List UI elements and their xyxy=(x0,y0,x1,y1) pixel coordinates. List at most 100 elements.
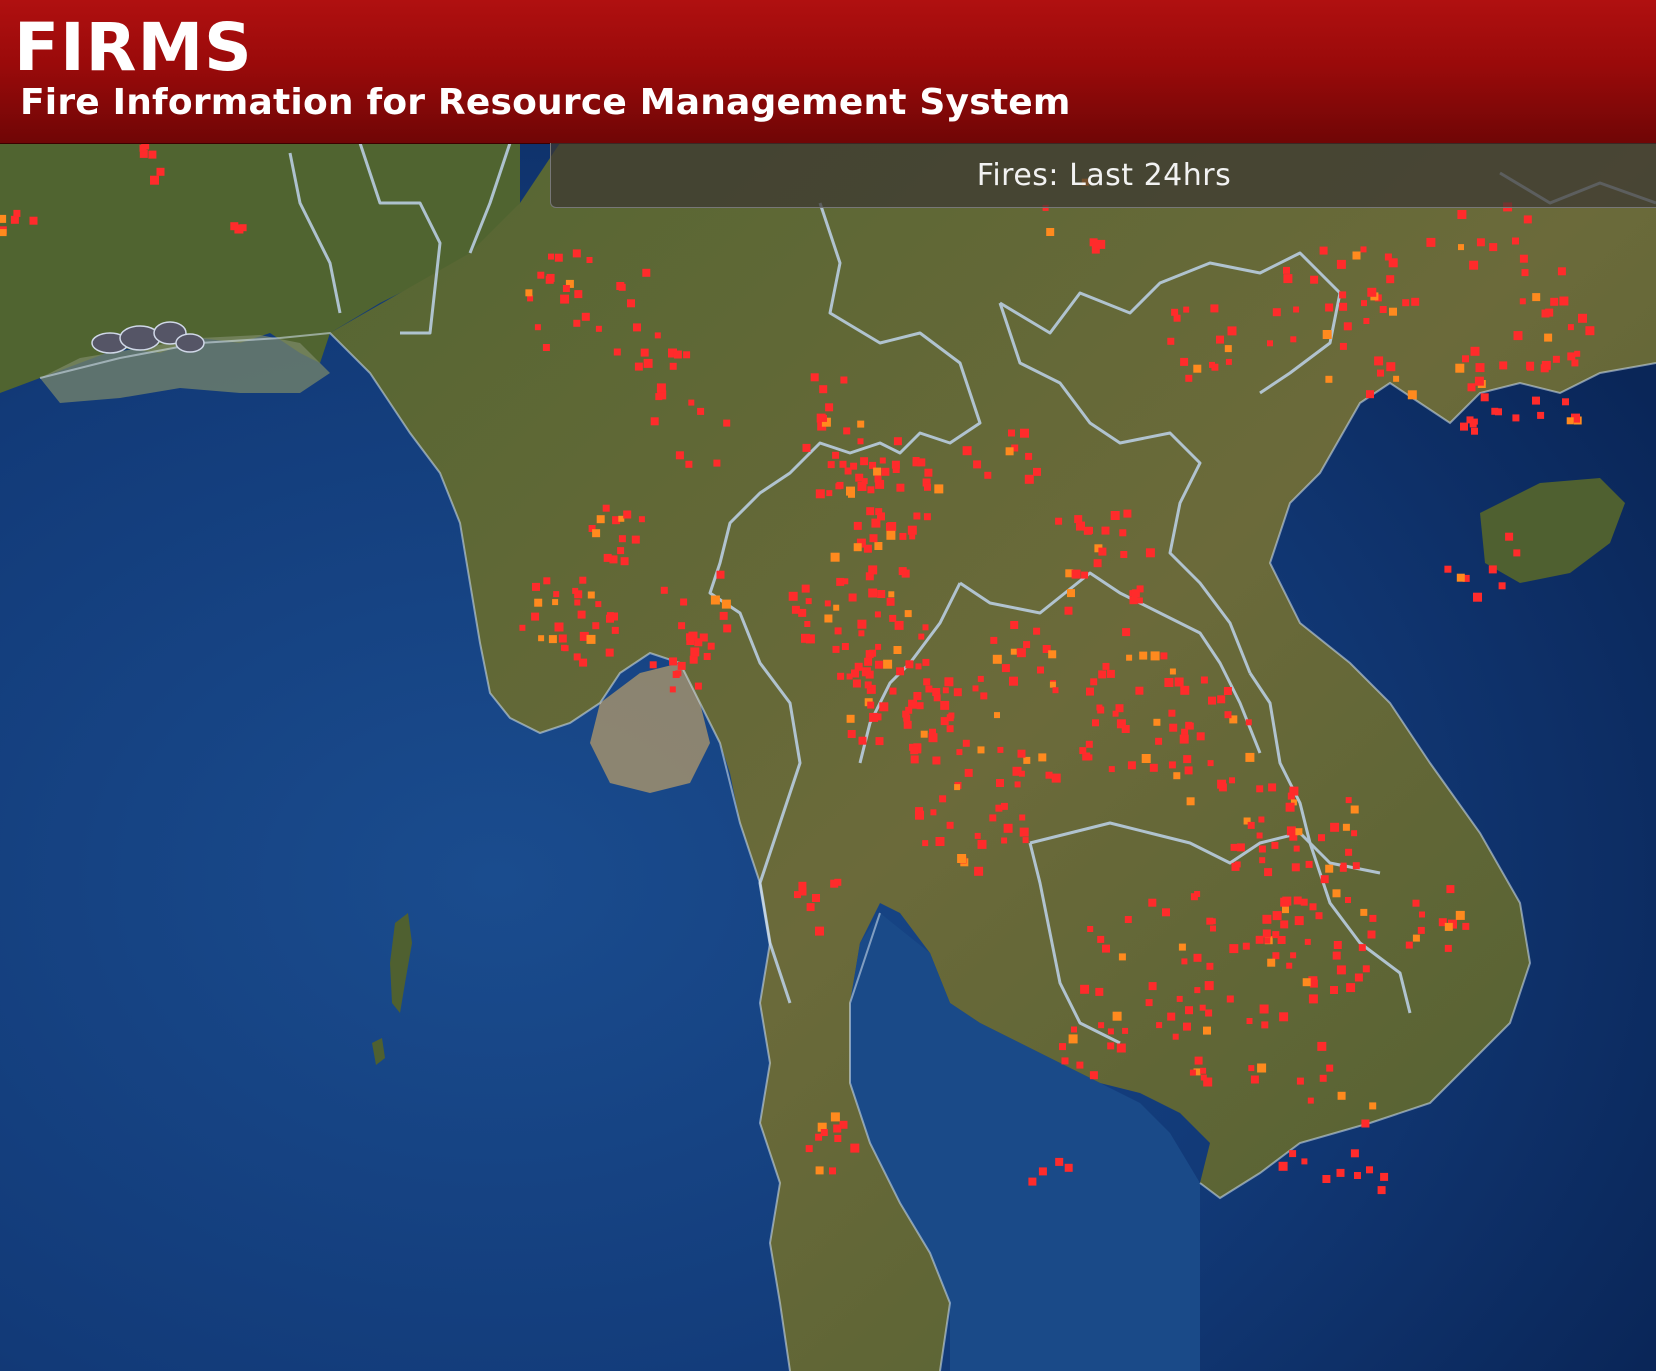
fire-hotspot-icon xyxy=(1330,986,1338,994)
fire-hotspot-icon xyxy=(1200,1074,1207,1081)
fire-hotspot-icon xyxy=(989,814,997,822)
fire-hotspot-icon xyxy=(1257,1063,1267,1073)
fire-hotspot-icon xyxy=(847,730,856,738)
fire-hotspot-icon xyxy=(899,532,907,540)
fire-hotspot-icon xyxy=(1293,896,1302,905)
fire-hotspot-icon xyxy=(1325,864,1334,873)
fire-hotspot-icon xyxy=(525,289,533,297)
fire-hotspot-icon xyxy=(834,1135,842,1142)
fire-hotspot-icon xyxy=(1010,648,1017,655)
fire-hotspot-icon xyxy=(888,591,895,598)
fire-hotspot-icon xyxy=(1106,669,1115,678)
fire-hotspot-icon xyxy=(1112,710,1119,717)
fire-hotspot-icon xyxy=(707,642,715,650)
fire-hotspot-icon xyxy=(1162,908,1170,917)
fire-hotspot-icon xyxy=(875,643,882,650)
fire-hotspot-icon xyxy=(1206,962,1214,970)
fire-hotspot-icon xyxy=(1285,802,1295,812)
fire-hotspot-icon xyxy=(1521,269,1529,277)
fire-hotspot-icon xyxy=(640,348,649,357)
fire-hotspot-icon xyxy=(1049,681,1056,688)
fire-hotspot-icon xyxy=(1037,666,1044,674)
fire-hotspot-icon xyxy=(1178,943,1186,951)
fire-hotspot-icon xyxy=(1206,917,1214,925)
fire-hotspot-icon xyxy=(633,323,641,332)
fire-hotspot-icon xyxy=(860,457,869,466)
fire-hotspot-icon xyxy=(1118,953,1126,961)
fire-hotspot-icon xyxy=(867,701,875,709)
fire-hotspot-icon xyxy=(939,795,947,803)
fire-hotspot-icon xyxy=(1369,914,1377,922)
fire-hotspot-icon xyxy=(954,784,961,791)
map-view[interactable] xyxy=(0,143,1656,1371)
fire-hotspot-icon xyxy=(1412,934,1420,942)
fire-hotspot-icon xyxy=(1267,340,1273,347)
fire-hotspot-icon xyxy=(716,570,725,579)
fire-hotspot-icon xyxy=(1207,760,1214,767)
fire-hotspot-icon xyxy=(865,650,874,659)
fire-hotspot-icon xyxy=(1489,243,1498,252)
fire-hotspot-icon xyxy=(1444,922,1453,931)
fire-hotspot-icon xyxy=(1173,772,1181,780)
fire-hotspot-icon xyxy=(1523,215,1532,224)
fire-hotspot-icon xyxy=(1131,589,1140,598)
fire-hotspot-icon xyxy=(1405,941,1413,949)
fire-hotspot-icon xyxy=(1245,719,1252,726)
fire-hotspot-icon xyxy=(1093,559,1102,568)
fire-hotspot-icon xyxy=(1498,582,1506,590)
fire-hotspot-icon xyxy=(1532,396,1540,405)
fire-hotspot-icon xyxy=(1426,237,1436,247)
fire-hotspot-icon xyxy=(1116,1043,1126,1053)
fire-hotspot-icon xyxy=(1024,474,1034,484)
fire-hotspot-icon xyxy=(574,590,583,599)
fire-hotspot-icon xyxy=(1488,565,1497,574)
fire-hotspot-icon xyxy=(1005,447,1014,456)
fire-hotspot-icon xyxy=(1304,938,1311,945)
fire-hotspot-icon xyxy=(699,633,708,642)
fire-hotspot-icon xyxy=(723,624,732,633)
fire-hotspot-icon xyxy=(1200,1067,1207,1074)
fire-hotspot-icon xyxy=(1194,1056,1203,1065)
fire-hotspot-icon xyxy=(710,595,720,605)
fire-hotspot-icon xyxy=(1361,300,1367,307)
fire-hotspot-icon xyxy=(903,720,912,729)
fire-hotspot-icon xyxy=(1259,857,1266,864)
fire-hotspot-icon xyxy=(933,694,941,702)
fire-hotspot-icon xyxy=(1309,903,1317,911)
fire-hotspot-icon xyxy=(805,634,815,644)
fire-hotspot-icon xyxy=(1098,547,1107,556)
fire-hotspot-icon xyxy=(923,678,931,686)
fire-hotspot-icon xyxy=(1156,1022,1163,1029)
fire-hotspot-icon xyxy=(690,647,700,657)
fire-hotspot-icon xyxy=(603,553,612,562)
fire-hotspot-icon xyxy=(1300,898,1308,906)
map-canvas[interactable] xyxy=(0,143,1656,1371)
fire-hotspot-icon xyxy=(1264,868,1273,877)
fire-hotspot-icon xyxy=(554,253,563,262)
fire-hotspot-icon xyxy=(1258,816,1265,823)
fire-hotspot-icon xyxy=(1076,1061,1084,1069)
fire-hotspot-icon xyxy=(1193,953,1202,962)
fire-hotspot-icon xyxy=(1068,1034,1078,1044)
fire-hotspot-icon xyxy=(1340,862,1347,869)
fire-hotspot-icon xyxy=(889,614,897,622)
fire-hotspot-icon xyxy=(962,446,972,456)
fire-hotspot-icon xyxy=(1402,299,1410,307)
fire-hotspot-icon xyxy=(864,681,872,689)
fire-hotspot-icon xyxy=(1317,1041,1327,1051)
fire-hotspot-icon xyxy=(1019,814,1026,821)
fire-hotspot-icon xyxy=(519,624,526,631)
fire-hotspot-icon xyxy=(1258,845,1266,853)
fire-hotspot-icon xyxy=(1280,920,1289,929)
fire-hotspot-icon xyxy=(898,567,907,576)
fire-hotspot-icon xyxy=(1022,837,1029,844)
time-filter-panel[interactable]: Fires: Last 24hrs xyxy=(550,143,1656,208)
fire-hotspot-icon xyxy=(1107,1028,1114,1035)
fire-hotspot-icon xyxy=(703,653,711,660)
fire-hotspot-icon xyxy=(1092,719,1099,727)
fire-hotspot-icon xyxy=(874,660,883,669)
fire-hotspot-icon xyxy=(1513,549,1521,557)
fire-hotspot-icon xyxy=(830,1112,840,1122)
fire-hotspot-icon xyxy=(1352,251,1361,260)
fire-hotspot-icon xyxy=(837,672,845,680)
